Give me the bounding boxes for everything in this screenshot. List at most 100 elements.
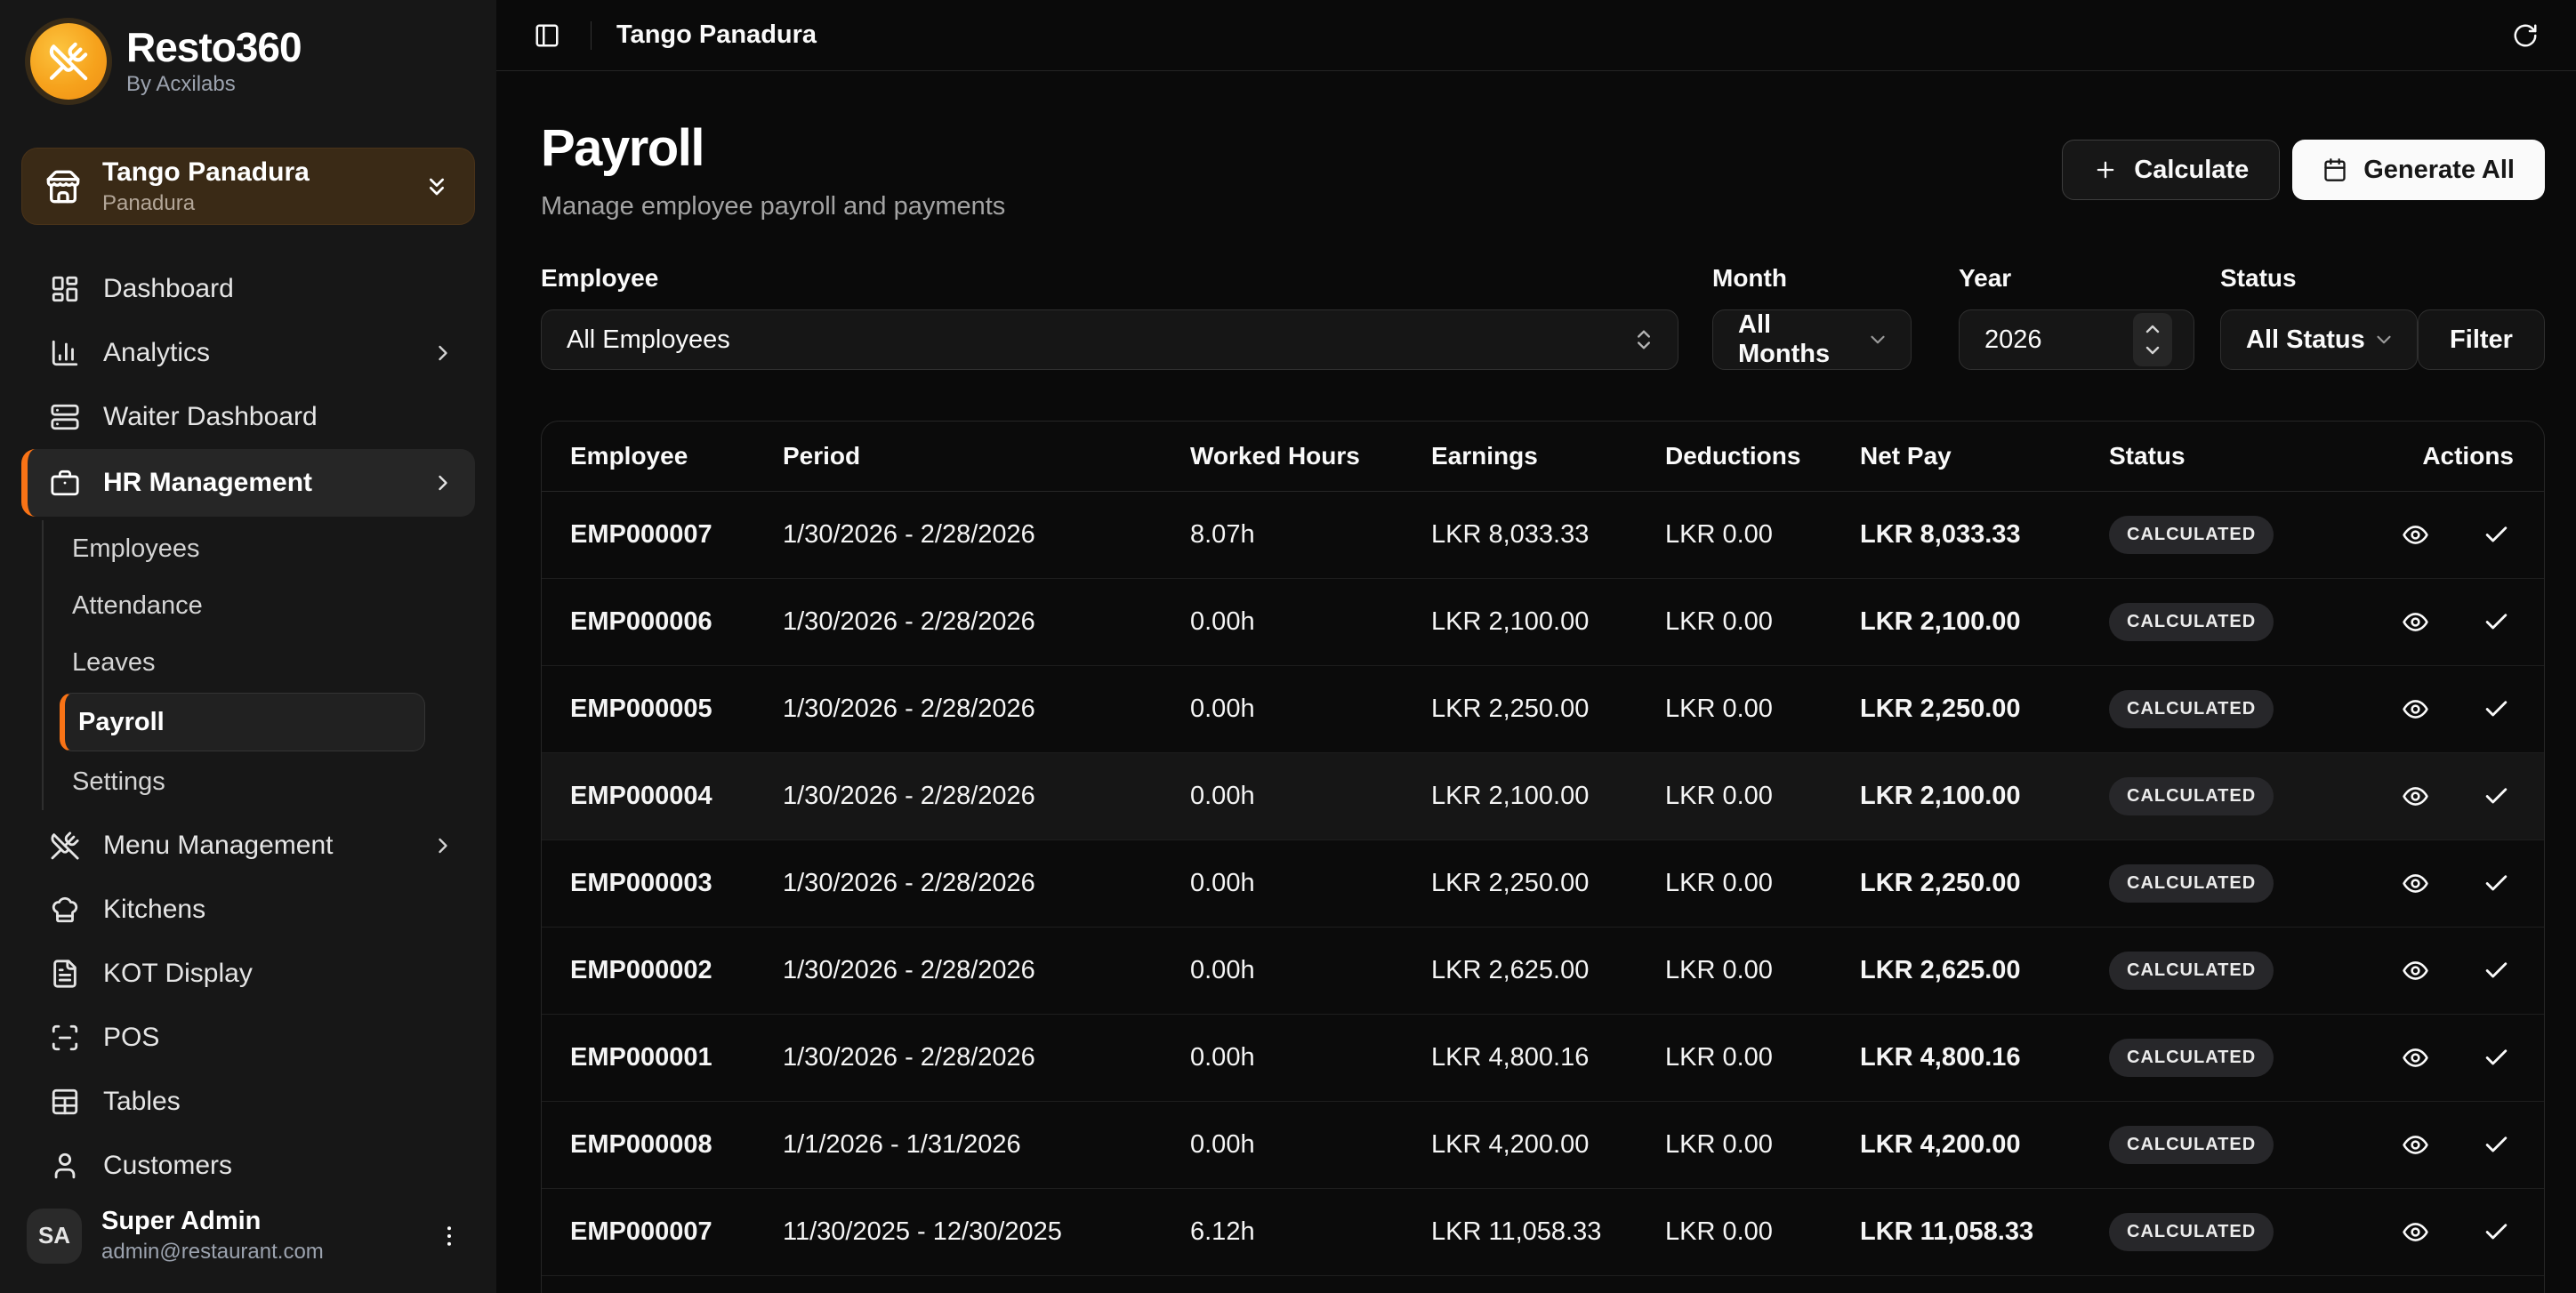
month-select-value: All Months [1738,310,1866,369]
earnings-cell: LKR 11,058.33 [1431,1217,1665,1247]
worked-hours-cell: 8.07h [1190,520,1431,550]
table-row: EMP000007 11/30/2025 - 12/30/2025 6.12h … [542,1189,2544,1276]
employee-id-cell: EMP000004 [570,782,783,811]
approve-button[interactable] [2479,518,2514,552]
chef-hat-icon [50,895,80,925]
view-payslip-button[interactable] [2398,953,2433,988]
sidebar-item-hr-management[interactable]: HR Management [21,449,475,517]
period-cell: 1/30/2026 - 2/28/2026 [783,956,1190,985]
sidebar-subitem-leaves[interactable]: Leaves [21,634,475,691]
view-payslip-button[interactable] [2398,1128,2433,1162]
approve-button[interactable] [2479,866,2514,901]
status-filter-label: Status [2220,264,2418,293]
user-profile[interactable]: SA Super Admin admin@restaurant.com [21,1198,475,1272]
view-payslip-button[interactable] [2398,518,2433,552]
filters-bar: Employee All Employees Month All Months [541,264,2545,370]
refresh-button[interactable] [2507,17,2544,54]
worked-hours-cell: 0.00h [1190,1130,1431,1160]
employee-id-cell: EMP000005 [570,695,783,724]
column-header: Worked Hours [1190,442,1431,470]
year-spinner[interactable] [2133,313,2172,366]
subitem-label: Employees [72,534,199,564]
month-select[interactable]: All Months [1712,309,1912,370]
deductions-cell: LKR 0.00 [1665,1217,1860,1247]
payroll-table: Employee Period Worked Hours Earnings De… [541,421,2545,1293]
approve-button[interactable] [2479,953,2514,988]
check-icon [2483,608,2510,636]
user-name: Super Admin [101,1207,409,1236]
sidebar-item-menu-management[interactable]: Menu Management [21,814,475,878]
view-payslip-button[interactable] [2398,1040,2433,1075]
period-cell: 1/30/2026 - 2/28/2026 [783,695,1190,724]
sidebar-subitem-employees[interactable]: Employees [21,520,475,577]
sidebar-item-customers[interactable]: Customers [21,1134,475,1198]
approve-button[interactable] [2479,605,2514,639]
spinner-down-icon [2142,340,2163,361]
view-payslip-button[interactable] [2398,1215,2433,1249]
sidebar-subitem-settings[interactable]: Settings [21,753,475,810]
view-payslip-button[interactable] [2398,866,2433,901]
employee-id-cell: EMP000007 [570,520,783,550]
dashboard-icon [50,274,80,304]
chevron-right-icon [431,833,455,858]
chevrons-down-icon [423,173,451,201]
period-cell: 1/30/2026 - 2/28/2026 [783,782,1190,811]
generate-all-label: Generate All [2363,156,2515,185]
worked-hours-cell: 0.00h [1190,956,1431,985]
sidebar-subitem-attendance[interactable]: Attendance [21,577,475,634]
check-icon [2483,1131,2510,1159]
worked-hours-cell: 0.00h [1190,607,1431,637]
sidebar-toggle-button[interactable] [528,17,566,54]
server-icon [50,402,80,432]
approve-button[interactable] [2479,1040,2514,1075]
net-pay-cell: LKR 8,033.33 [1860,520,2109,550]
status-select[interactable]: All Status [2220,309,2418,370]
approve-button[interactable] [2479,779,2514,814]
sidebar-item-dashboard[interactable]: Dashboard [21,257,475,321]
employee-select[interactable]: All Employees [541,309,1678,370]
calculate-label: Calculate [2134,156,2249,185]
sidebar-item-label: Dashboard [103,274,455,304]
sidebar-item-analytics[interactable]: Analytics [21,321,475,385]
plus-icon [2093,157,2118,182]
sidebar-item-waiter-dashboard[interactable]: Waiter Dashboard [21,385,475,449]
sidebar-item-tables[interactable]: Tables [21,1070,475,1134]
deductions-cell: LKR 0.00 [1665,782,1860,811]
more-vertical-icon[interactable] [429,1216,470,1257]
status-badge: CALCULATED [2109,1213,2274,1251]
topbar-title: Tango Panadura [616,20,2507,50]
sidebar-item-kitchens[interactable]: Kitchens [21,878,475,942]
table-icon [50,1087,80,1117]
earnings-cell: LKR 4,800.16 [1431,1043,1665,1072]
net-pay-cell: LKR 2,250.00 [1860,695,2109,724]
sidebar-item-kot-display[interactable]: KOT Display [21,942,475,1006]
sidebar-item-label: Tables [103,1087,455,1117]
status-badge: CALCULATED [2109,1039,2274,1077]
chevron-down-icon [1866,328,1889,351]
restaurant-selector[interactable]: Tango Panadura Panadura [21,148,475,225]
sidebar-subitem-payroll[interactable]: Payroll [60,693,425,751]
year-input[interactable]: 2026 [1959,309,2194,370]
sidebar-item-pos[interactable]: POS [21,1006,475,1070]
column-header: Status [2109,442,2385,470]
app-logo: Resto360 By Acxilabs [21,23,475,100]
status-badge: CALCULATED [2109,777,2274,815]
generate-all-button[interactable]: Generate All [2292,140,2545,200]
approve-button[interactable] [2479,692,2514,727]
earnings-cell: LKR 2,250.00 [1431,695,1665,724]
filter-button[interactable]: Filter [2418,309,2545,370]
table-row: EMP000003 1/30/2026 - 2/28/2026 0.00h LK… [542,840,2544,928]
approve-button[interactable] [2479,1215,2514,1249]
status-badge: CALCULATED [2109,952,2274,990]
view-payslip-button[interactable] [2398,605,2433,639]
topbar: Tango Panadura [496,0,2576,71]
status-badge: CALCULATED [2109,690,2274,728]
calculate-button[interactable]: Calculate [2062,140,2280,200]
restaurant-location: Panadura [102,191,401,216]
bar-chart-icon [50,338,80,368]
view-payslip-button[interactable] [2398,779,2433,814]
view-payslip-button[interactable] [2398,692,2433,727]
earnings-cell: LKR 2,625.00 [1431,956,1665,985]
approve-button[interactable] [2479,1128,2514,1162]
deductions-cell: LKR 0.00 [1665,520,1860,550]
